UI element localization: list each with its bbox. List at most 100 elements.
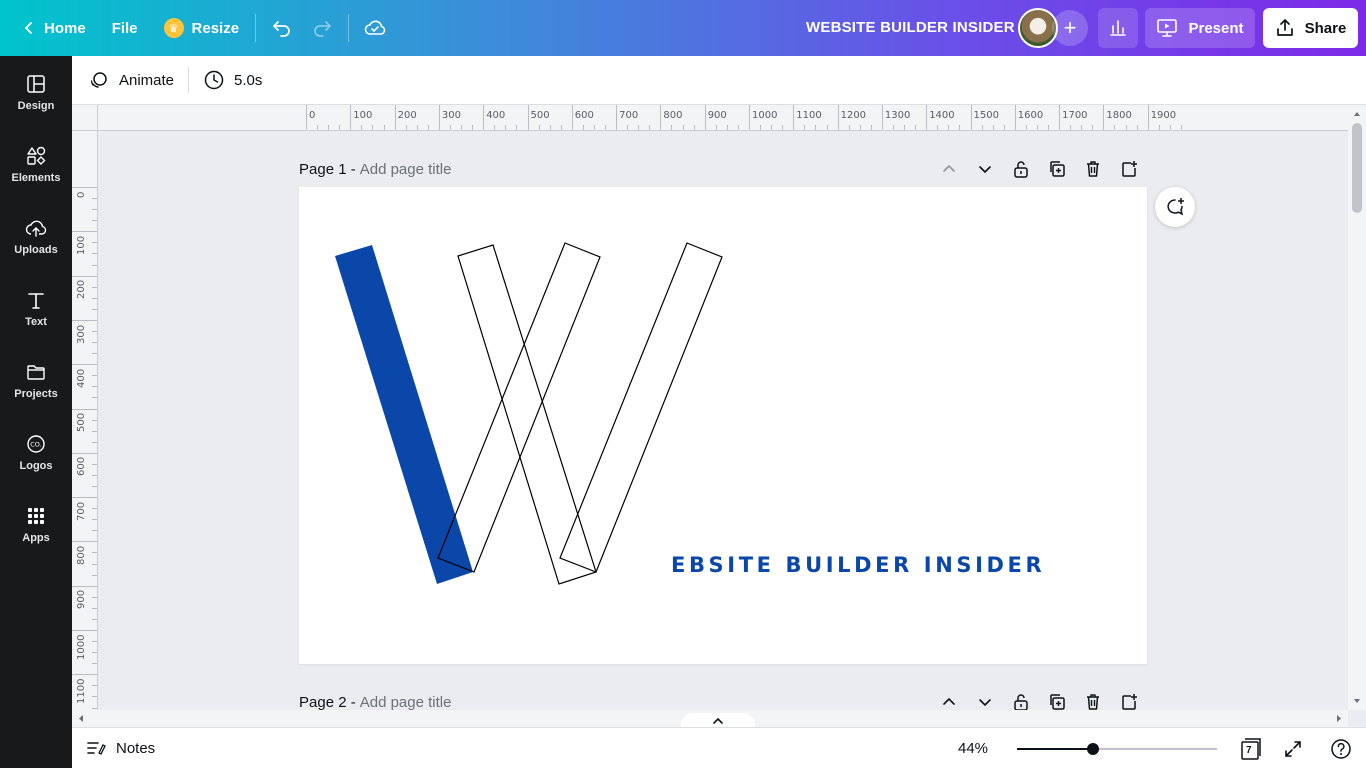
sidebar-item-elements[interactable]: Elements <box>0 128 72 200</box>
ruler-minor-tick <box>649 125 651 130</box>
ruler-tick <box>527 105 529 130</box>
present-icon <box>1157 19 1178 37</box>
share-label: Share <box>1304 19 1347 37</box>
share-button[interactable]: Share <box>1263 8 1358 48</box>
ruler-minor-tick <box>560 125 562 130</box>
zoom-percentage[interactable]: 44% <box>958 740 988 757</box>
outline-stroke-2[interactable] <box>437 242 601 573</box>
chevron-down-icon <box>979 166 991 174</box>
insights-button[interactable] <box>1098 8 1138 48</box>
zoom-slider[interactable] <box>1017 743 1217 755</box>
ruler-label: 300 <box>76 324 87 344</box>
vertical-scrollbar[interactable] <box>1348 105 1366 710</box>
redo-button[interactable] <box>302 8 342 48</box>
sidebar-item-label: Projects <box>14 387 58 400</box>
scroll-right-arrow-icon[interactable] <box>1332 710 1346 727</box>
ruler-minor-tick <box>1003 125 1005 130</box>
ruler-label: 1100 <box>796 110 822 121</box>
sidebar-item-label: Logos <box>19 459 53 472</box>
add-comment-button[interactable] <box>1155 187 1195 227</box>
ruler-label: 1200 <box>840 110 867 121</box>
outline-stroke-1[interactable] <box>457 244 597 585</box>
scroll-up-arrow-icon[interactable] <box>1348 107 1366 121</box>
add-collaborator-button[interactable]: + <box>1052 10 1088 46</box>
notes-button[interactable]: Notes <box>86 739 155 757</box>
ruler-minor-tick <box>892 125 894 130</box>
ruler-minor-tick <box>937 125 939 130</box>
add-page-button[interactable] <box>1111 157 1147 181</box>
page-1-header: Page 1 - Add page title <box>299 157 1147 181</box>
outline-stroke-3[interactable] <box>559 242 723 573</box>
horizontal-ruler[interactable]: 0 100 200 300 400 500 600 700 800 900 1000 1100 1200… <box>72 105 1348 131</box>
sidebar-item-label: Uploads <box>14 243 58 256</box>
ruler-minor-tick <box>92 353 97 355</box>
present-button[interactable]: Present <box>1145 8 1255 48</box>
ruler-label: 800 <box>663 110 683 121</box>
ruler-minor-tick <box>605 125 607 130</box>
ruler-label: 1700 <box>1062 110 1088 121</box>
scrollbar-thumb[interactable] <box>1352 123 1362 213</box>
left-sidebar: Design Elements Uploads Text Projects CO… <box>0 56 72 768</box>
fullscreen-button[interactable] <box>1280 736 1306 762</box>
resize-button[interactable]: ♛ Resize <box>154 8 250 48</box>
ruler-label: 1600 <box>1017 110 1044 121</box>
page-grid-button[interactable]: 7 <box>1238 736 1264 762</box>
ruler-minor-tick <box>959 125 961 130</box>
move-page-down-button[interactable] <box>967 157 1003 181</box>
sidebar-item-apps[interactable]: Apps <box>0 488 72 560</box>
zoom-slider-handle[interactable] <box>1087 743 1099 755</box>
delete-page-button[interactable] <box>1075 157 1111 181</box>
ruler-minor-tick <box>472 125 474 130</box>
sidebar-item-projects[interactable]: Projects <box>0 344 72 416</box>
clock-icon <box>204 70 224 90</box>
sidebar-item-text[interactable]: Text <box>0 272 72 344</box>
ruler-tick <box>72 364 97 366</box>
home-button[interactable]: Home <box>12 8 96 48</box>
move-page-up-button[interactable] <box>931 157 967 181</box>
page-title-input[interactable]: Add page title <box>360 161 452 178</box>
ruler-label: 800 <box>76 545 87 565</box>
ruler-minor-tick <box>92 308 97 310</box>
ruler-minor-tick <box>328 125 330 130</box>
sidebar-item-logos[interactable]: CO. Logos <box>0 416 72 488</box>
logo-w-graphic[interactable] <box>299 187 1147 664</box>
scroll-down-arrow-icon[interactable] <box>1348 694 1366 708</box>
sidebar-item-design[interactable]: Design <box>0 56 72 128</box>
ruler-minor-tick <box>904 125 906 130</box>
document-title[interactable]: WEBSITE BUILDER INSIDER <box>806 19 1015 36</box>
ruler-minor-tick <box>715 125 717 130</box>
scroll-left-arrow-icon[interactable] <box>74 710 88 727</box>
duration-button[interactable]: 5.0s <box>193 62 272 98</box>
design-page-1[interactable]: EBSITE BUILDER INSIDER <box>299 187 1147 664</box>
ruler-minor-tick <box>1025 125 1027 130</box>
ruler-minor-tick <box>593 125 595 130</box>
animate-button[interactable]: Animate <box>78 62 184 98</box>
vertical-ruler[interactable]: 0 100 200 300 400 500 600 700 800 900 1000 1100 <box>72 131 98 711</box>
ruler-minor-tick <box>416 125 418 130</box>
ruler-minor-tick <box>848 125 850 130</box>
ruler-minor-tick <box>1136 125 1138 130</box>
ruler-label: 1000 <box>76 634 87 660</box>
page-name: Page 2 - <box>299 693 356 711</box>
ruler-tick <box>881 105 883 130</box>
logo-wordmark[interactable]: EBSITE BUILDER INSIDER <box>671 553 1045 577</box>
solid-blue-stroke[interactable] <box>335 245 473 584</box>
ruler-minor-tick <box>726 125 728 130</box>
ruler-minor-tick <box>92 198 97 200</box>
ruler-minor-tick <box>361 125 363 130</box>
sidebar-item-uploads[interactable]: Uploads <box>0 200 72 272</box>
ruler-label: 0 <box>309 110 316 121</box>
text-icon <box>28 292 44 309</box>
undo-button[interactable] <box>262 8 302 48</box>
lock-page-button[interactable] <box>1003 157 1039 181</box>
ruler-minor-tick <box>859 125 861 130</box>
duplicate-page-button[interactable] <box>1039 157 1075 181</box>
ruler-tick <box>72 231 97 233</box>
ruler-minor-tick <box>538 125 540 130</box>
file-menu-button[interactable]: File <box>102 8 148 48</box>
file-label: File <box>111 19 138 37</box>
page-title-input[interactable]: Add page title <box>360 694 452 711</box>
help-button[interactable] <box>1328 736 1354 762</box>
ruler-minor-tick <box>92 220 97 222</box>
save-status-button[interactable] <box>355 8 395 48</box>
